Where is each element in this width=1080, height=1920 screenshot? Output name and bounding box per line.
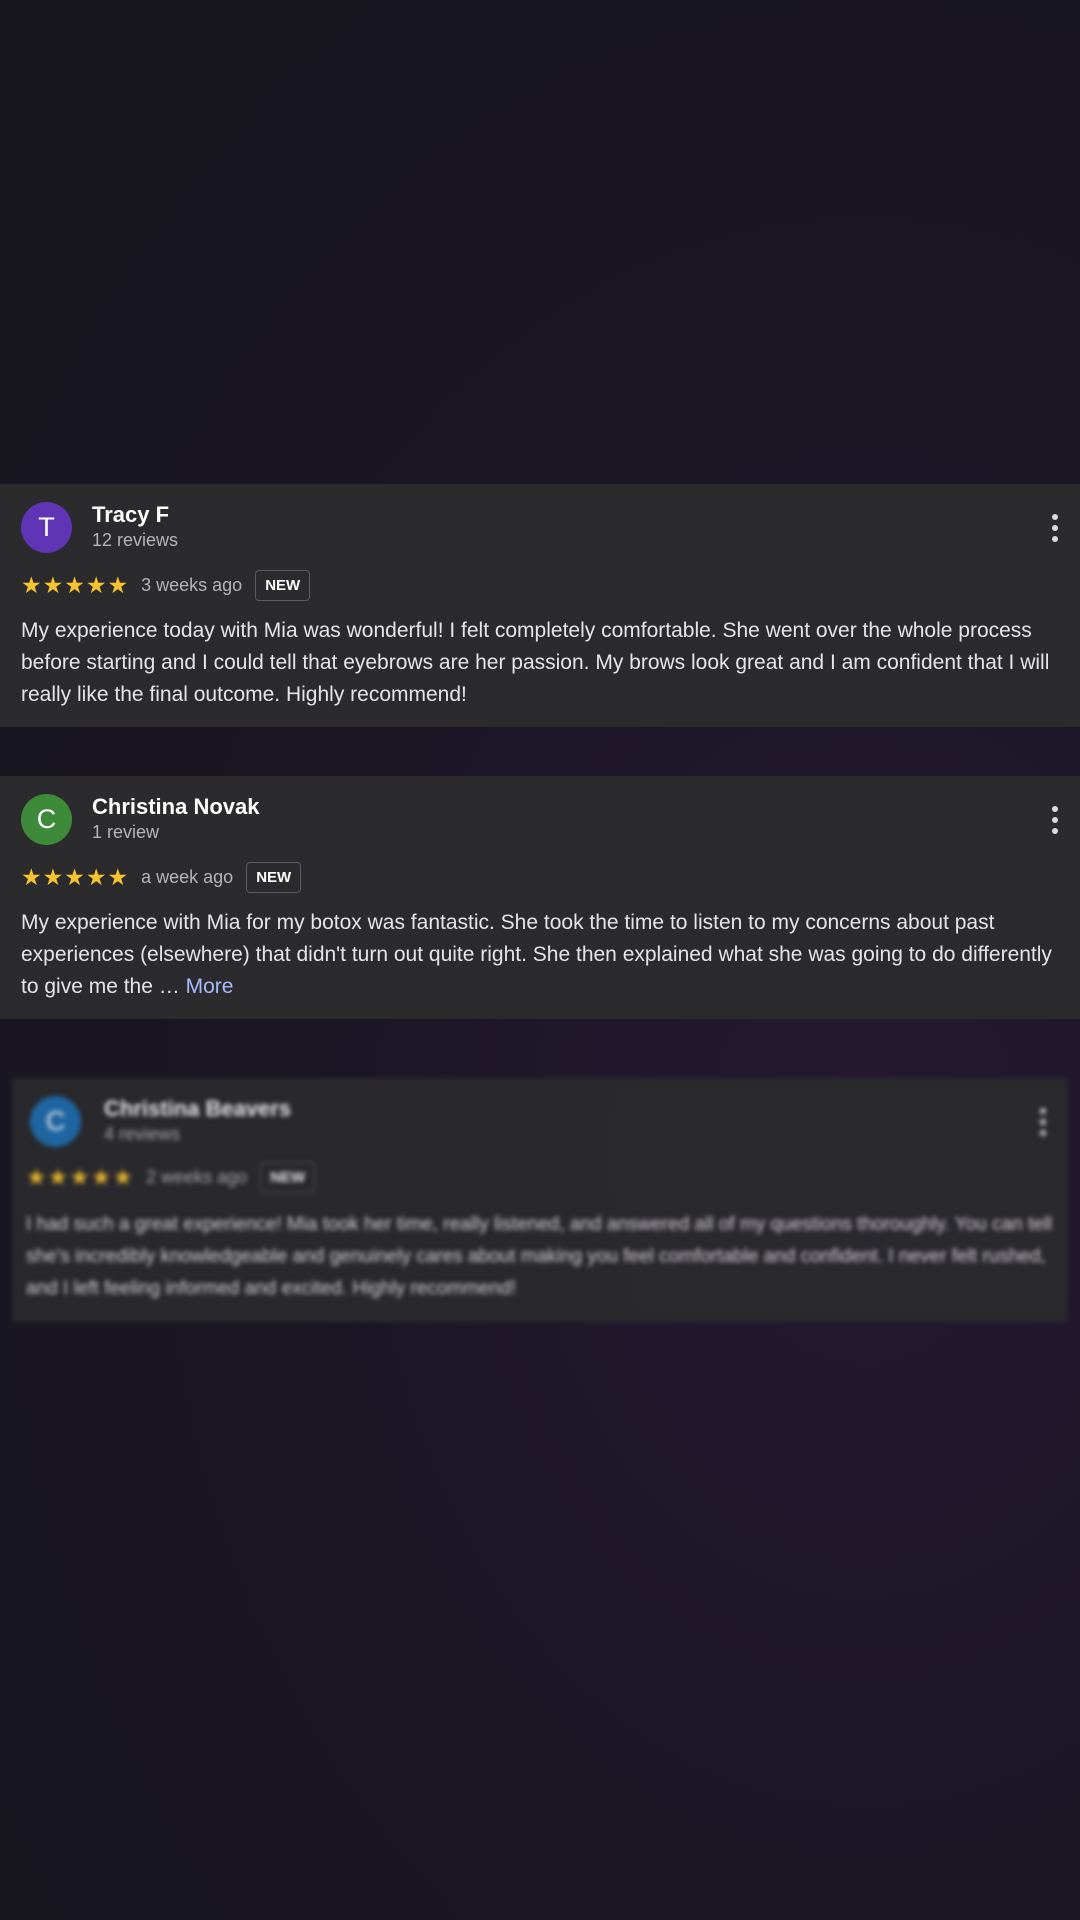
- reviewer-name[interactable]: Tracy F: [92, 502, 169, 528]
- review-text-body: My experience with Mia for my botox was …: [21, 911, 1052, 998]
- reviewer-name[interactable]: Christina Novak: [92, 794, 260, 820]
- review-text: My experience today with Mia was wonderf…: [21, 619, 1050, 706]
- review-count: 4 reviews: [104, 1124, 181, 1144]
- review-time: 2 weeks ago: [146, 1166, 248, 1187]
- new-badge: NEW: [246, 861, 302, 893]
- more-options-icon[interactable]: [1052, 806, 1058, 834]
- rating-row: ★★★★★ a week ago NEW: [21, 860, 302, 894]
- star-rating-icon: ★★★★★: [21, 863, 130, 890]
- star-rating-icon: ★★★★★: [26, 1163, 135, 1190]
- rating-row: ★★★★★ 2 weeks ago NEW: [26, 1160, 316, 1194]
- new-badge: NEW: [260, 1161, 316, 1193]
- review-text: I had such a great experience! Mia took …: [26, 1214, 1053, 1299]
- review-card: C Christina Novak 1 review ★★★★★ a week …: [0, 776, 1080, 1019]
- more-link[interactable]: More: [186, 975, 234, 998]
- review-card: C Christina Beavers 4 reviews ★★★★★ 2 we…: [12, 1078, 1068, 1322]
- review-count: 1 review: [92, 822, 160, 842]
- more-options-icon[interactable]: [1052, 514, 1058, 542]
- avatar[interactable]: C: [30, 1096, 81, 1147]
- avatar[interactable]: T: [21, 502, 72, 553]
- avatar[interactable]: C: [21, 794, 72, 845]
- review-text: My experience with Mia for my botox was …: [21, 907, 1071, 1003]
- review-count: 12 reviews: [92, 530, 179, 550]
- review-time: a week ago: [141, 866, 234, 887]
- more-options-icon[interactable]: [1040, 1108, 1046, 1136]
- rating-row: ★★★★★ 3 weeks ago NEW: [21, 568, 311, 602]
- review-card: T Tracy F 12 reviews ★★★★★ 3 weeks ago N…: [0, 484, 1080, 727]
- star-rating-icon: ★★★★★: [21, 571, 130, 598]
- review-time: 3 weeks ago: [141, 574, 243, 595]
- new-badge: NEW: [255, 569, 311, 601]
- reviewer-name[interactable]: Christina Beavers: [104, 1096, 291, 1122]
